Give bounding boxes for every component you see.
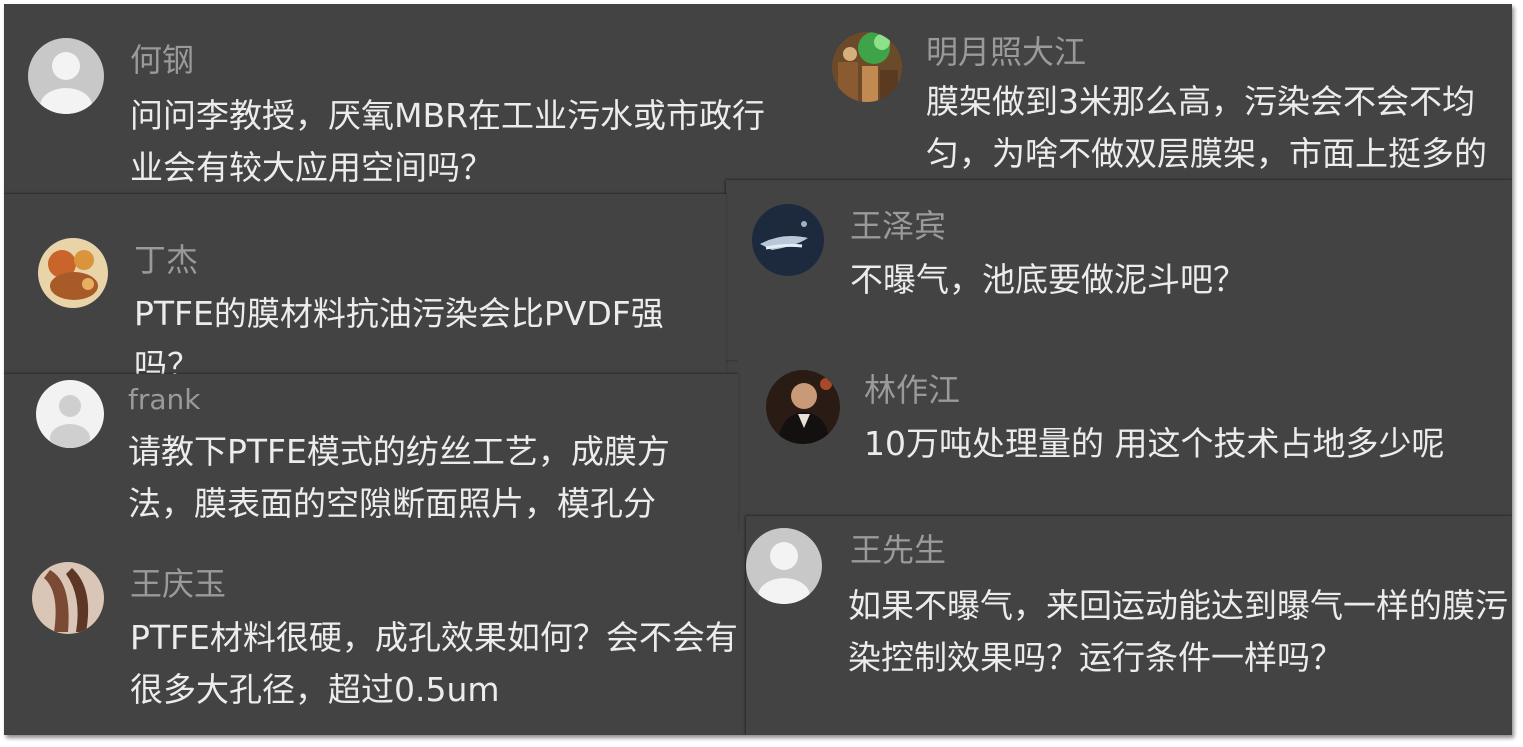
comment-text: PTFE材料很硬，成孔效果如何？会不会有很多大孔径，超过0.5um xyxy=(130,618,738,709)
comment-text: 膜架做到3米那么高，污染会不会不均匀，为啥不做双层膜架，市面上挺多的 xyxy=(926,82,1487,173)
commenter-name: 丁杰 xyxy=(134,241,199,279)
comment-card-linzuojiang: 林作江 10万吨处理量的 用这个技术占地多少呢 xyxy=(738,348,1512,538)
comment-text: 请教下PTFE模式的纺丝工艺，成膜方法，膜表面的空隙断面照片，模孔分布，如何控制… xyxy=(128,432,670,523)
avatar-dingjie-icon[interactable] xyxy=(38,238,108,308)
commenter-name: frank xyxy=(128,383,201,416)
avatar-wangqingyu-icon[interactable] xyxy=(32,562,104,634)
comment-card-dingjie: 丁杰 PTFE的膜材料抗油污染会比PVDF强吗？ xyxy=(4,194,726,374)
commenter-name: 王泽宾 xyxy=(850,207,947,245)
comment-text: 不曝气，池底要做泥斗吧？ xyxy=(850,260,1246,299)
comment-card-frank: frank 请教下PTFE模式的纺丝工艺，成膜方法，膜表面的空隙断面照片，模孔分… xyxy=(4,374,738,534)
avatar-wangzebin-icon[interactable] xyxy=(752,204,824,276)
comment-text: 问问李教授，厌氧MBR在工业污水或市政行业会有较大应用空间吗？ xyxy=(130,96,766,187)
default-avatar-icon[interactable] xyxy=(28,38,104,114)
commenter-name: 王先生 xyxy=(850,531,947,569)
commenter-name: 何钢 xyxy=(130,41,195,79)
avatar-mingyue-icon[interactable] xyxy=(832,32,902,102)
comment-card-hegang: 何钢 问问李教授，厌氧MBR在工业污水或市政行业会有较大应用空间吗？ xyxy=(4,4,812,194)
comment-card-wangzebin: 王泽宾 不曝气，池底要做泥斗吧？ xyxy=(726,180,1512,360)
comment-text: PTFE的膜材料抗油污染会比PVDF强吗？ xyxy=(134,294,664,374)
comment-wall: 明月照大江 膜架做到3米那么高，污染会不会不均匀，为啥不做双层膜架，市面上挺多的… xyxy=(4,4,1512,735)
comment-text: 10万吨处理量的 用这个技术占地多少呢 xyxy=(864,424,1445,463)
default-avatar-light-icon[interactable] xyxy=(36,380,104,448)
avatar-linzuojiang-icon[interactable] xyxy=(766,370,840,444)
comment-text: 如果不曝气，来回运动能达到曝气一样的膜污染控制效果吗？运行条件一样吗？ xyxy=(848,586,1508,677)
comment-card-wangqingyu: 王庆玉 PTFE材料很硬，成孔效果如何？会不会有很多大孔径，超过0.5um xyxy=(4,534,746,735)
comment-card-wangxiansheng: 王先生 如果不曝气，来回运动能达到曝气一样的膜污染控制效果吗？运行条件一样吗？ xyxy=(746,516,1512,735)
comment-card-mingyue: 明月照大江 膜架做到3米那么高，污染会不会不均匀，为啥不做双层膜架，市面上挺多的 xyxy=(812,4,1512,194)
commenter-name: 林作江 xyxy=(864,371,961,409)
commenter-name: 明月照大江 xyxy=(926,33,1087,71)
default-avatar-icon[interactable] xyxy=(746,528,822,604)
commenter-name: 王庆玉 xyxy=(130,565,227,603)
